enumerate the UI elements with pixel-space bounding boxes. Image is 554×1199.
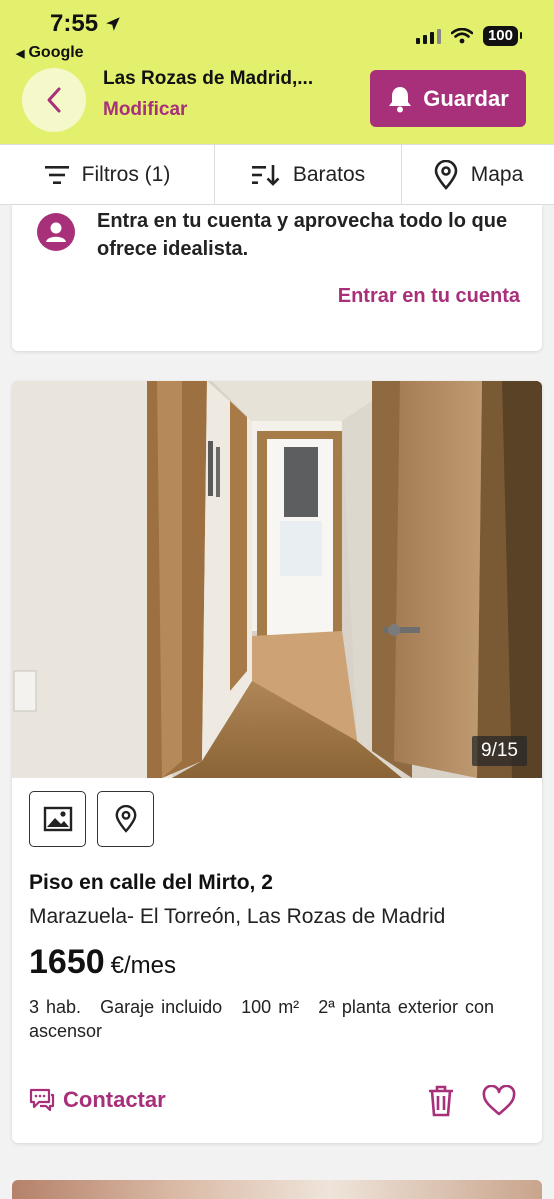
trash-icon xyxy=(429,1085,453,1117)
filters-button[interactable]: Filtros (1) xyxy=(0,145,214,204)
hallway-photo xyxy=(12,381,542,778)
map-button[interactable]: Mapa xyxy=(401,145,554,204)
status-clock: 7:55 xyxy=(50,10,99,37)
login-link[interactable]: Entrar en tu cuenta xyxy=(338,285,520,308)
map-pin-icon xyxy=(434,159,458,190)
listing-card[interactable]: 9/15 Piso en calle del Mirto, 2 Marazuel… xyxy=(12,381,542,1143)
user-icon xyxy=(37,213,75,251)
heart-icon xyxy=(482,1084,516,1116)
chat-icon xyxy=(29,1088,55,1112)
gallery-button[interactable] xyxy=(29,791,86,847)
price-unit: €/mes xyxy=(110,952,176,979)
discard-button[interactable] xyxy=(426,1085,456,1122)
login-message: Entra en tu cuenta y aprovecha todo lo q… xyxy=(97,210,508,260)
detail-garage: Garaje incluido xyxy=(100,997,223,1017)
listing-price: 1650 €/mes xyxy=(29,943,176,982)
results-toolbar: Filtros (1) Baratos Mapa xyxy=(0,144,554,205)
location-icon xyxy=(115,805,136,833)
save-label: Guardar xyxy=(423,85,509,111)
listing-photo[interactable]: 9/15 xyxy=(12,381,542,778)
wifi-icon xyxy=(450,28,473,44)
chevron-left-icon xyxy=(47,87,61,113)
location-arrow-icon xyxy=(106,17,120,31)
search-title: Las Rozas de Madrid,... xyxy=(103,68,314,89)
listing-title[interactable]: Piso en calle del Mirto, 2 xyxy=(29,871,273,895)
cellular-signal-icon xyxy=(415,28,441,44)
listing-location: Marazuela- El Torreón, Las Rozas de Madr… xyxy=(29,905,446,928)
filters-label: Filtros (1) xyxy=(81,162,171,186)
battery-indicator: 100 xyxy=(482,26,523,46)
save-search-button[interactable]: Guardar xyxy=(370,70,526,127)
contact-button[interactable]: Contactar xyxy=(29,1087,166,1113)
filter-icon xyxy=(44,165,69,184)
bell-icon xyxy=(389,86,412,112)
favorite-button[interactable] xyxy=(482,1084,516,1122)
map-label: Mapa xyxy=(470,162,524,186)
status-time: 7:55 xyxy=(50,10,122,38)
image-icon xyxy=(43,806,72,832)
photo-counter: 9/15 xyxy=(472,736,527,766)
sort-button[interactable]: Baratos xyxy=(214,145,401,204)
sort-icon xyxy=(251,164,280,186)
next-listing-peek[interactable] xyxy=(12,1180,542,1199)
contact-label: Contactar xyxy=(63,1087,166,1112)
status-indicators: 100 xyxy=(415,26,523,46)
back-to-app-link[interactable]: ◀ Google xyxy=(16,44,84,62)
modify-search-link[interactable]: Modificar xyxy=(103,99,187,121)
show-on-map-button[interactable] xyxy=(97,791,154,847)
listing-details: 3 hab. Garaje incluido 100 m² 2ª planta … xyxy=(29,995,519,1043)
sort-label: Baratos xyxy=(292,162,366,186)
detail-size: 100 m² xyxy=(241,997,300,1017)
login-prompt-card: Entra en tu cuenta y aprovecha todo lo q… xyxy=(12,205,542,351)
price-amount: 1650 xyxy=(29,943,105,981)
app-header: 7:55 ◀ Google 100 Las Rozas de Madrid,..… xyxy=(0,0,554,144)
back-app-label: Google xyxy=(28,44,84,61)
detail-rooms: 3 hab. xyxy=(29,997,82,1017)
back-button[interactable] xyxy=(22,68,86,132)
